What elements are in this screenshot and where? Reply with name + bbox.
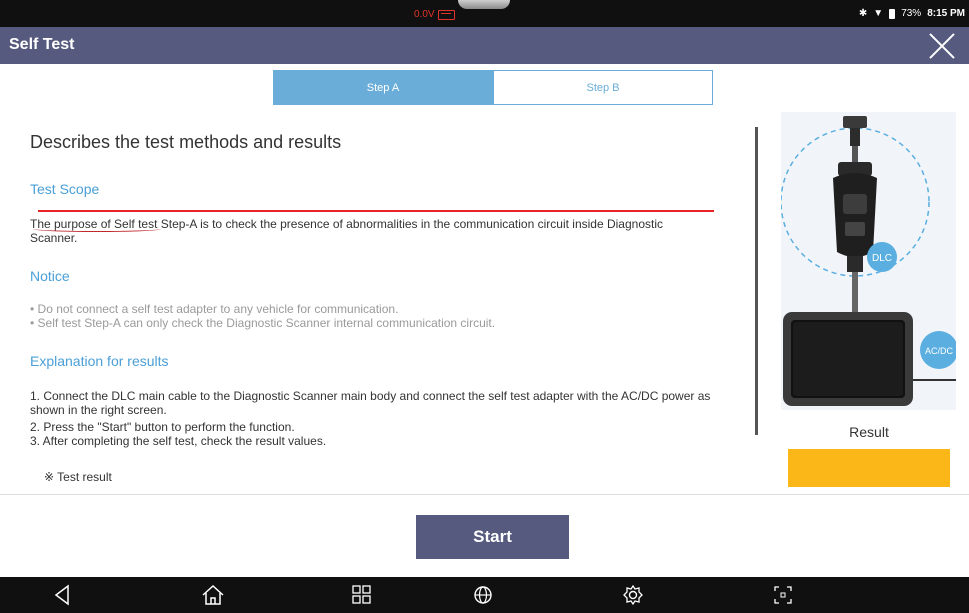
voltage-indicator: 0.0V bbox=[414, 9, 455, 20]
step-item: 1. Connect the DLC main cable to the Dia… bbox=[30, 389, 711, 417]
notice-item: • Do not connect a self test adapter to … bbox=[30, 302, 399, 316]
dlc-label: DLC bbox=[872, 253, 892, 264]
settings-icon[interactable] bbox=[620, 583, 646, 607]
bluetooth-icon: ✱ bbox=[858, 8, 868, 19]
clock: 8:15 PM bbox=[927, 8, 965, 19]
battery-percent: 73% bbox=[901, 8, 922, 19]
page-title: Self Test bbox=[9, 36, 75, 53]
voltage-value: 0.0V bbox=[414, 9, 435, 20]
start-button[interactable]: Start bbox=[416, 515, 569, 559]
connection-diagram: DLC AC/DC bbox=[780, 112, 958, 410]
content-heading: Describes the test methods and results bbox=[30, 132, 342, 152]
wifi-icon: ▼ bbox=[873, 8, 884, 19]
apps-icon[interactable] bbox=[349, 583, 375, 607]
notice-title: Notice bbox=[30, 268, 70, 284]
test-scope-title: Test Scope bbox=[30, 181, 100, 197]
car-battery-icon bbox=[437, 9, 455, 20]
status-bar: 0.0V ✱ ▼ 73% 8:15 PM bbox=[0, 0, 969, 27]
result-indicator bbox=[788, 449, 950, 487]
navigation-bar bbox=[0, 577, 969, 613]
globe-icon[interactable] bbox=[470, 583, 496, 607]
back-icon[interactable] bbox=[50, 583, 76, 607]
battery-icon bbox=[889, 8, 896, 19]
test-result-label: ※ Test result bbox=[44, 470, 112, 484]
system-status: ✱ ▼ 73% 8:15 PM bbox=[859, 8, 965, 19]
step-item: 3. After completing the self test, check… bbox=[30, 434, 327, 448]
screenshot-icon[interactable] bbox=[770, 583, 796, 607]
close-button[interactable] bbox=[928, 32, 956, 60]
results-title: Explanation for results bbox=[30, 353, 169, 369]
result-label: Result bbox=[849, 424, 889, 440]
scrollbar[interactable] bbox=[755, 127, 758, 435]
divider bbox=[0, 494, 969, 495]
annotation-curve bbox=[33, 226, 161, 232]
tab-step-a[interactable]: Step A bbox=[273, 70, 493, 105]
title-bar: Self Test bbox=[0, 27, 969, 64]
notice-item: • Self test Step-A can only check the Di… bbox=[30, 316, 496, 330]
acdc-label: AC/DC bbox=[925, 346, 954, 356]
home-icon[interactable] bbox=[200, 583, 226, 607]
camera-notch bbox=[458, 0, 510, 9]
step-item: 2. Press the "Start" button to perform t… bbox=[30, 420, 295, 434]
annotation-underline bbox=[38, 210, 714, 212]
connection-diagram-svg: DLC AC/DC bbox=[780, 116, 958, 406]
tab-step-b[interactable]: Step B bbox=[493, 70, 713, 105]
